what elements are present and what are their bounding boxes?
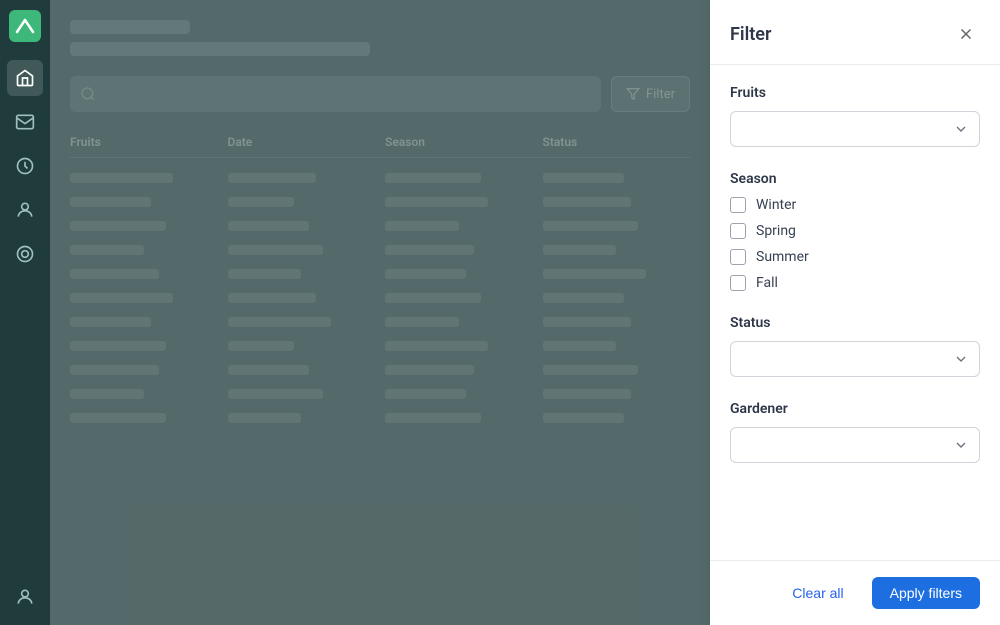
fruits-section: Fruits xyxy=(730,85,980,147)
close-icon xyxy=(957,25,975,43)
filter-title: Filter xyxy=(730,24,771,45)
gardener-section: Gardener xyxy=(730,401,980,463)
checkbox-box-fall xyxy=(730,275,746,291)
season-option-spring: Spring xyxy=(756,223,796,239)
sidebar-item-history[interactable] xyxy=(7,148,43,184)
fruits-dropdown[interactable] xyxy=(730,111,980,147)
app-logo[interactable] xyxy=(9,10,41,42)
sidebar-item-home[interactable] xyxy=(7,60,43,96)
status-dropdown[interactable] xyxy=(730,341,980,377)
fruits-label: Fruits xyxy=(730,85,980,101)
season-checkbox-spring[interactable]: Spring xyxy=(730,223,980,239)
sidebar-item-avatar[interactable] xyxy=(7,579,43,615)
season-option-fall: Fall xyxy=(756,275,778,291)
checkbox-box-summer xyxy=(730,249,746,265)
overlay xyxy=(50,0,710,625)
filter-header: Filter xyxy=(710,0,1000,65)
status-label: Status xyxy=(730,315,980,331)
season-section: Season Winter Spring Summer Fall xyxy=(730,171,980,291)
gardener-label: Gardener xyxy=(730,401,980,417)
clear-button[interactable]: Clear all xyxy=(774,577,861,609)
status-section: Status xyxy=(730,315,980,377)
checkbox-box-winter xyxy=(730,197,746,213)
season-checkbox-winter[interactable]: Winter xyxy=(730,197,980,213)
chevron-down-icon xyxy=(953,351,969,367)
season-option-summer: Summer xyxy=(756,249,809,265)
filter-panel: Filter Fruits Season WinterSpringSummerF… xyxy=(710,0,1000,625)
sidebar xyxy=(0,0,50,625)
main-content-area: Filter Fruits Date Season Status xyxy=(50,0,710,625)
apply-filters-button[interactable]: Apply filters xyxy=(872,577,980,609)
season-checkbox-summer[interactable]: Summer xyxy=(730,249,980,265)
season-checkbox-fall[interactable]: Fall xyxy=(730,275,980,291)
filter-footer: Clear all Apply filters xyxy=(710,560,1000,625)
checkbox-box-spring xyxy=(730,223,746,239)
gardener-dropdown[interactable] xyxy=(730,427,980,463)
chevron-down-icon xyxy=(953,121,969,137)
sidebar-item-support[interactable] xyxy=(7,236,43,272)
season-option-winter: Winter xyxy=(756,197,796,213)
close-button[interactable] xyxy=(952,20,980,48)
sidebar-item-users[interactable] xyxy=(7,192,43,228)
sidebar-item-mail[interactable] xyxy=(7,104,43,140)
filter-body: Fruits Season Winter Spring Summer Fall Sta… xyxy=(710,65,1000,560)
season-checkbox-group: Winter Spring Summer Fall xyxy=(730,197,980,291)
chevron-down-icon xyxy=(953,437,969,453)
season-label: Season xyxy=(730,171,980,187)
